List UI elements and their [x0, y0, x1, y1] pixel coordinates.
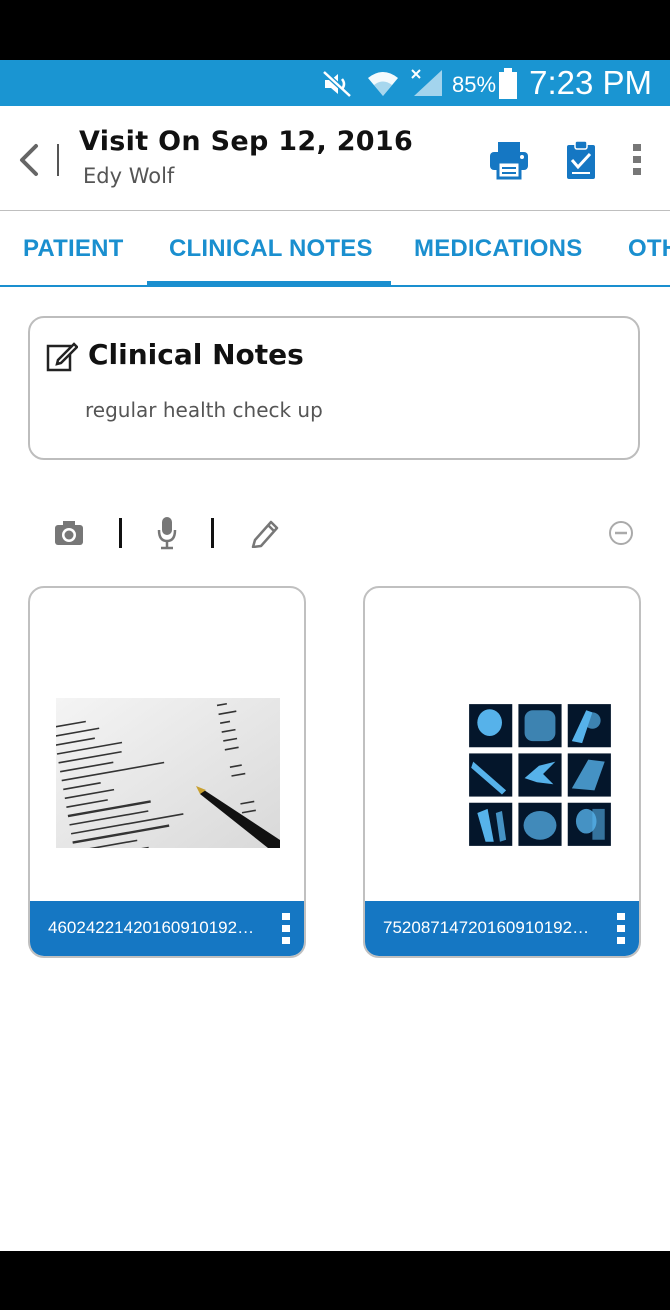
battery-percent: 85% [452, 72, 497, 97]
xray-collage-image [465, 700, 615, 850]
clipboard-check-icon[interactable] [565, 140, 597, 180]
pencil-icon[interactable] [251, 518, 279, 548]
toolbar-divider [119, 518, 122, 548]
remove-circle-icon[interactable] [608, 520, 634, 546]
attachment-footer: 75208714720160910192… [365, 901, 639, 956]
clinical-notes-card[interactable]: Clinical Notes regular health check up [28, 316, 640, 460]
app-header: Visit On Sep 12, 2016 Edy Wolf [0, 106, 670, 211]
clinical-notes-title: Clinical Notes [88, 338, 304, 371]
battery-icon [499, 68, 517, 99]
status-bar: 85% 7:23 PM [0, 60, 670, 106]
back-arrow-icon[interactable] [14, 140, 44, 180]
tab-clinical-notes[interactable]: CLINICAL NOTES [169, 235, 373, 263]
attachment-card[interactable]: 75208714720160910192… [363, 586, 641, 958]
bottom-bezel [0, 1251, 670, 1310]
attachment-filename: 46024221420160910192… [48, 918, 255, 937]
tab-bar: PATIENT CLINICAL NOTES MEDICATIONS OTHER [0, 211, 670, 287]
active-tab-indicator [147, 281, 391, 285]
top-bezel [0, 0, 670, 60]
more-vert-icon[interactable] [282, 913, 290, 945]
tab-other[interactable]: OTHER [628, 235, 670, 263]
more-vert-icon[interactable] [630, 142, 644, 178]
print-icon[interactable] [488, 140, 530, 180]
edit-note-icon [46, 342, 78, 372]
header-divider [57, 144, 59, 176]
microphone-icon[interactable] [157, 516, 177, 550]
status-time: 7:23 PM [529, 64, 652, 101]
mute-icon [322, 70, 352, 98]
toolbar-divider [211, 518, 214, 548]
attachment-filename: 75208714720160910192… [383, 918, 590, 937]
page-title: Visit On Sep 12, 2016 [79, 126, 414, 157]
signal-icon [411, 69, 442, 96]
tab-patient[interactable]: PATIENT [23, 235, 124, 263]
lab-report-image [56, 698, 280, 848]
tab-medications[interactable]: MEDICATIONS [414, 235, 582, 263]
app-screen: Visit On Sep 12, 2016 Edy Wolf PATIENT C… [0, 106, 670, 1251]
wifi-icon [368, 72, 398, 96]
patient-name: Edy Wolf [83, 164, 175, 188]
attachment-footer: 46024221420160910192… [30, 901, 304, 956]
clinical-notes-text: regular health check up [85, 398, 323, 422]
attachment-card[interactable]: 46024221420160910192… [28, 586, 306, 958]
more-vert-icon[interactable] [617, 913, 625, 945]
camera-icon[interactable] [54, 520, 84, 546]
